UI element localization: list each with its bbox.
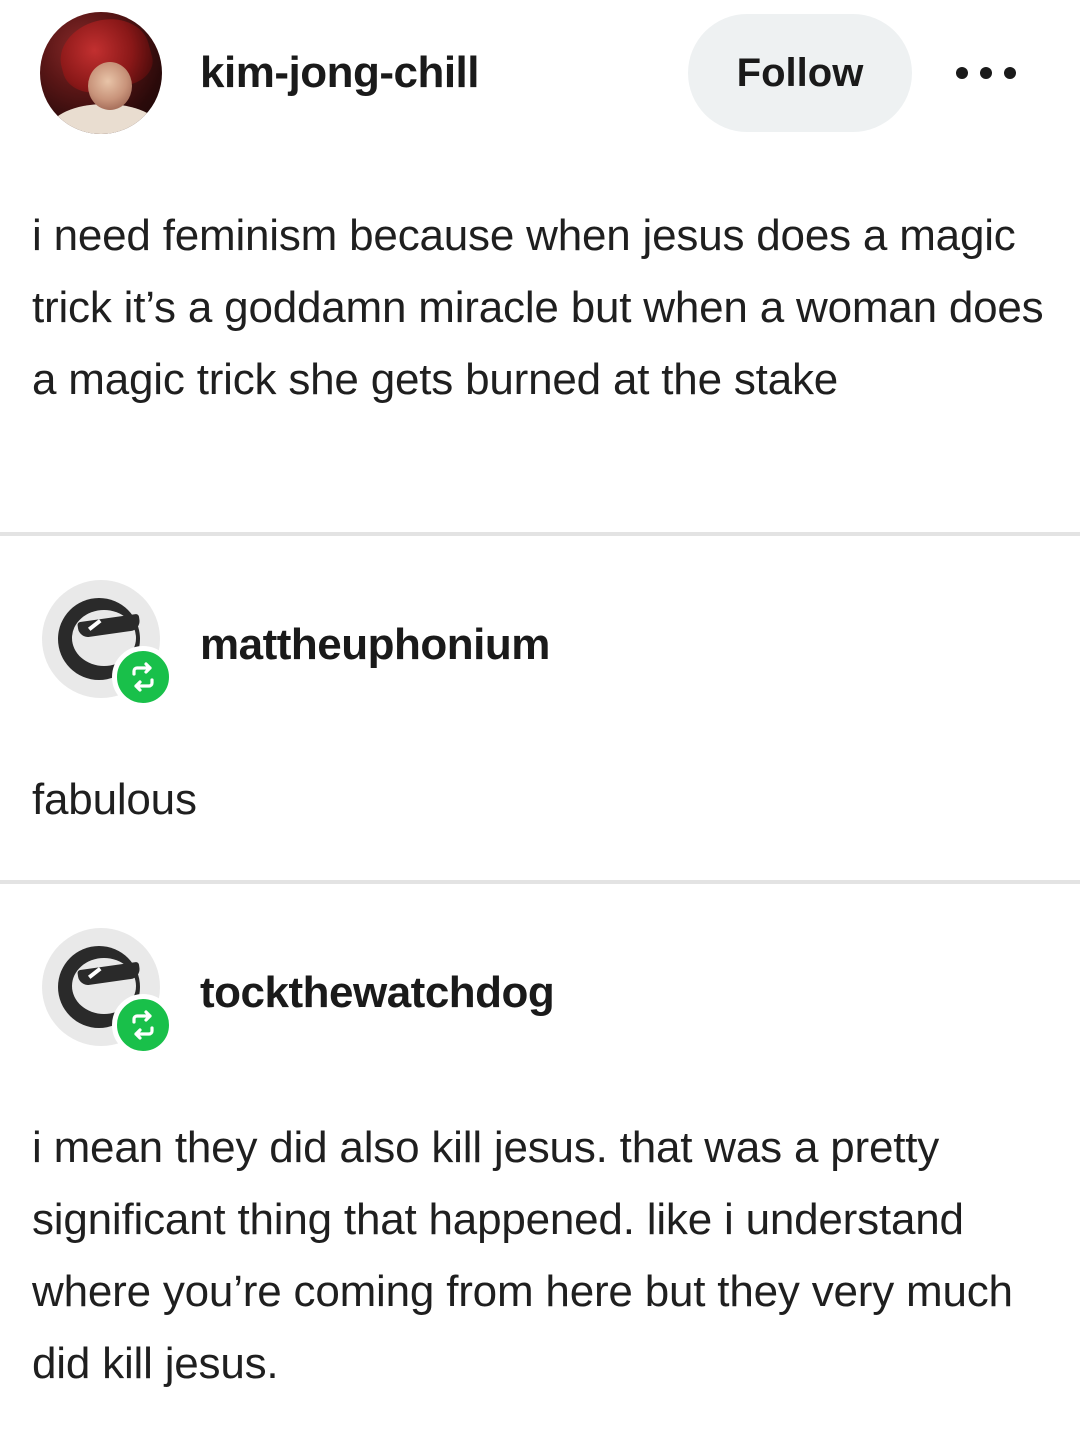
reblogger-username[interactable]: tockthewatchdog <box>200 968 555 1018</box>
reblog-icon <box>112 994 174 1056</box>
reblog-body-paragraph: fabulous <box>32 775 197 824</box>
reblogger-username[interactable]: mattheuphonium <box>200 620 550 670</box>
divider <box>0 532 1080 536</box>
more-dot <box>980 67 992 79</box>
reblog-body-text: i mean they did also kill jesus. that wa… <box>32 1112 1052 1400</box>
post-author-username[interactable]: kim-jong-chill <box>200 48 480 98</box>
reblog-header: mattheuphonium <box>0 580 1080 730</box>
follow-button[interactable]: Follow <box>688 14 912 132</box>
reblog-body-text: fabulous <box>32 764 1052 836</box>
post-header: kim-jong-chill Follow <box>0 0 1080 150</box>
post-body-paragraph: i need feminism because when jesus does … <box>32 211 1044 404</box>
avatar[interactable] <box>40 12 162 134</box>
reblog-arrows-icon <box>132 662 154 692</box>
reblog-body-paragraph: i mean they did also kill jesus. that wa… <box>32 1123 1013 1388</box>
avatar-face <box>88 62 132 110</box>
post-body-text: i need feminism because when jesus does … <box>32 200 1052 416</box>
reblog-header: tockthewatchdog <box>0 928 1080 1078</box>
more-dot <box>1004 67 1016 79</box>
reblog-icon <box>112 646 174 708</box>
more-horizontal-icon[interactable] <box>956 64 1016 82</box>
divider <box>0 880 1080 884</box>
reblog-arrows-icon <box>132 1010 154 1040</box>
more-dot <box>956 67 968 79</box>
tumblr-post: kim-jong-chill Follow i need feminism be… <box>0 0 1080 1440</box>
